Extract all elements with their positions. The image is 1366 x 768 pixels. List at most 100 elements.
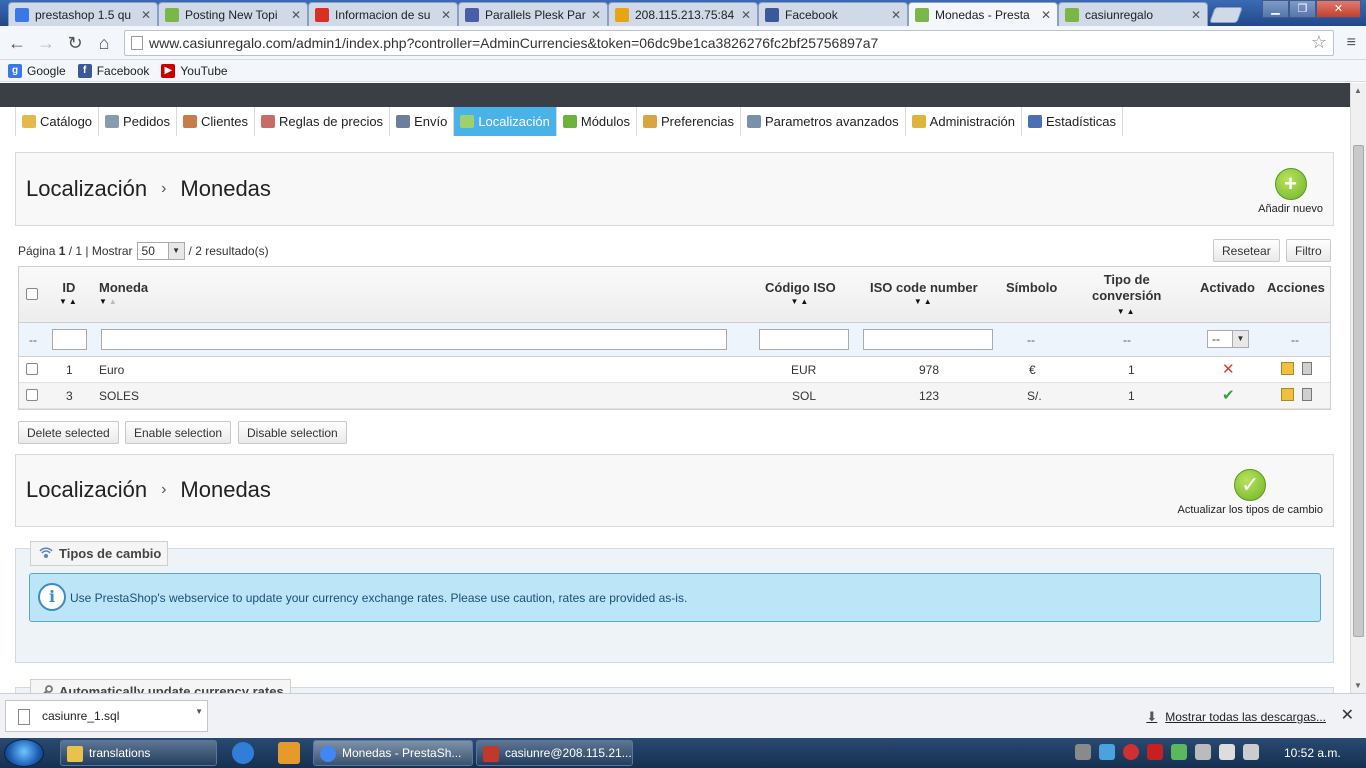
system-clock[interactable]: 10:52 a.m. [1284, 746, 1341, 760]
taskbar-item-filezilla[interactable]: casiunre@208.115.21... [476, 740, 633, 766]
cart-icon [105, 115, 120, 128]
tab-close-icon[interactable]: ✕ [291, 8, 301, 22]
tray-network-app-icon[interactable] [1099, 744, 1115, 760]
scroll-up-icon[interactable]: ▲ [1354, 86, 1362, 95]
maximize-icon[interactable]: ❐ [1289, 0, 1316, 18]
filter-id-input[interactable] [52, 329, 87, 350]
tab-close-icon[interactable]: ✕ [741, 8, 751, 22]
browser-tab[interactable]: 208.115.213.75:84 ✕ [608, 2, 758, 26]
tab-close-icon[interactable]: ✕ [141, 8, 151, 22]
delete-trash-icon[interactable] [1302, 388, 1312, 401]
sort-arrows-icon[interactable]: ▼▲ [1092, 304, 1161, 320]
back-icon[interactable]: ← [6, 32, 28, 54]
menu-item-customers[interactable]: Clientes [177, 107, 255, 136]
tray-speaker-icon[interactable] [1195, 744, 1211, 760]
show-all-downloads-link[interactable]: ⬇ Mostrar todas las descargas... [1146, 709, 1326, 725]
sort-arrows-icon[interactable]: ▼▲ [765, 297, 836, 306]
tray-app-icon[interactable] [1075, 744, 1091, 760]
browser-tab[interactable]: Parallels Plesk Par ✕ [458, 2, 608, 26]
filter-button[interactable]: Filtro [1286, 239, 1331, 262]
reset-button[interactable]: Resetear [1213, 239, 1280, 262]
edit-pencil-icon[interactable] [1281, 388, 1294, 401]
enabled-check-icon[interactable]: ✔ [1222, 386, 1235, 404]
breadcrumb-section[interactable]: Localización [26, 176, 147, 202]
menu-item-modules[interactable]: Módulos [556, 107, 637, 136]
tab-close-icon[interactable]: ✕ [591, 8, 601, 22]
chevron-down-icon[interactable]: ▼ [195, 707, 203, 716]
menu-item-catalog[interactable]: Catálogo [16, 107, 100, 136]
tray-network-icon[interactable] [1219, 744, 1235, 760]
table-row[interactable]: 3 SOLES SOL 123 S/. 1 ✔ [19, 383, 1330, 409]
new-tab-button[interactable] [1209, 7, 1243, 23]
per-page-select[interactable]: 50 ▼ [136, 242, 185, 260]
bookmark-star-icon[interactable]: ☆ [1311, 32, 1327, 53]
table-row[interactable]: 1 Euro EUR 978 € 1 ✕ [19, 357, 1330, 383]
browser-tab[interactable]: Facebook ✕ [758, 2, 908, 26]
sort-arrows-icon[interactable]: ▼▲ [870, 297, 978, 306]
window-close-icon[interactable]: ✕ [1316, 0, 1361, 18]
delete-trash-icon[interactable] [1302, 362, 1312, 375]
filter-iso-code-input[interactable] [759, 329, 849, 350]
column-id: ID ▼▲ [59, 280, 79, 306]
page-scrollbar[interactable]: ▲ ▼ [1350, 83, 1366, 693]
address-bar[interactable]: www.casiunregalo.com/admin1/index.php?co… [124, 30, 1334, 56]
tray-opera-icon[interactable] [1123, 744, 1139, 760]
update-rates-button[interactable]: ✓ Actualizar los tipos de cambio [1177, 469, 1323, 516]
scrollbar-thumb[interactable] [1353, 145, 1364, 637]
reload-icon[interactable]: ↻ [64, 32, 86, 54]
tab-close-icon[interactable]: ✕ [1041, 8, 1051, 22]
tab-close-icon[interactable]: ✕ [1191, 8, 1201, 22]
browser-tab[interactable]: Posting New Topi ✕ [158, 2, 308, 26]
sort-arrows-icon[interactable]: ▼▲ [99, 297, 148, 306]
browser-tab[interactable]: Informacion de su ✕ [308, 2, 458, 26]
browser-tab[interactable]: casiunregalo ✕ [1058, 2, 1208, 26]
browser-tab-active[interactable]: Monedas - Presta ✕ [908, 2, 1058, 26]
close-shelf-icon[interactable]: ✕ [1341, 705, 1354, 725]
add-icon: + [1274, 168, 1307, 200]
browser-tab[interactable]: prestashop 1.5 qu ✕ [8, 2, 158, 26]
forward-icon[interactable]: → [35, 32, 57, 54]
delete-selected-button[interactable]: Delete selected [18, 421, 119, 444]
taskbar-item-chrome[interactable]: Monedas - PrestaSh... [313, 740, 473, 766]
bookmark-google[interactable]: g Google [8, 63, 66, 78]
breadcrumb-section[interactable]: Localización [26, 477, 147, 503]
menu-item-localization[interactable]: Localización [454, 107, 557, 136]
tray-volume-icon[interactable] [1243, 744, 1259, 760]
tab-close-icon[interactable]: ✕ [441, 8, 451, 22]
edit-pencil-icon[interactable] [1281, 362, 1294, 375]
row-checkbox[interactable] [26, 389, 38, 401]
globe-icon [460, 115, 475, 128]
menu-item-advanced-parameters[interactable]: Parametros avanzados [740, 107, 906, 136]
bookmark-facebook[interactable]: f Facebook [77, 63, 149, 78]
internet-explorer-icon[interactable] [232, 742, 254, 764]
minimize-icon[interactable]: ▁ [1262, 0, 1289, 18]
filter-enabled-select[interactable]: -- ▼ [1207, 330, 1249, 348]
select-all-checkbox[interactable] [26, 288, 38, 300]
tab-close-icon[interactable]: ✕ [891, 8, 901, 22]
add-new-button[interactable]: + Añadir nuevo [1258, 168, 1323, 215]
filter-currency-input[interactable] [101, 329, 727, 350]
download-item[interactable]: casiunre_1.sql ▼ [5, 700, 208, 732]
scroll-down-icon[interactable]: ▼ [1354, 681, 1362, 690]
disabled-x-icon[interactable]: ✕ [1222, 360, 1235, 378]
menu-item-shipping[interactable]: Envío [390, 107, 455, 136]
sort-arrows-icon[interactable]: ▼▲ [59, 297, 79, 306]
enable-selection-button[interactable]: Enable selection [125, 421, 232, 444]
start-button[interactable] [4, 739, 44, 767]
row-checkbox[interactable] [26, 363, 38, 375]
menu-item-preferences[interactable]: Preferencias [637, 107, 741, 136]
bookmark-youtube[interactable]: ▶ YouTube [161, 63, 228, 78]
media-player-icon[interactable] [278, 742, 300, 764]
filter-iso-number-input[interactable] [863, 329, 993, 350]
menu-item-orders[interactable]: Pedidos [99, 107, 178, 136]
tray-security-icon[interactable] [1171, 744, 1187, 760]
table-header: ID ▼▲ Moneda ▼▲ Código ISO ▼▲ ISO code numb… [19, 267, 1330, 323]
chrome-menu-icon[interactable]: ≡ [1347, 34, 1356, 52]
menu-item-stats[interactable]: Estadísticas [1021, 107, 1124, 136]
tray-ati-icon[interactable] [1147, 744, 1163, 760]
menu-item-price-rules[interactable]: Reglas de precios [255, 107, 391, 136]
menu-item-administration[interactable]: Administración [905, 107, 1022, 136]
taskbar-item-translations[interactable]: translations [60, 740, 217, 766]
home-icon[interactable]: ⌂ [93, 32, 115, 54]
disable-selection-button[interactable]: Disable selection [238, 421, 347, 444]
